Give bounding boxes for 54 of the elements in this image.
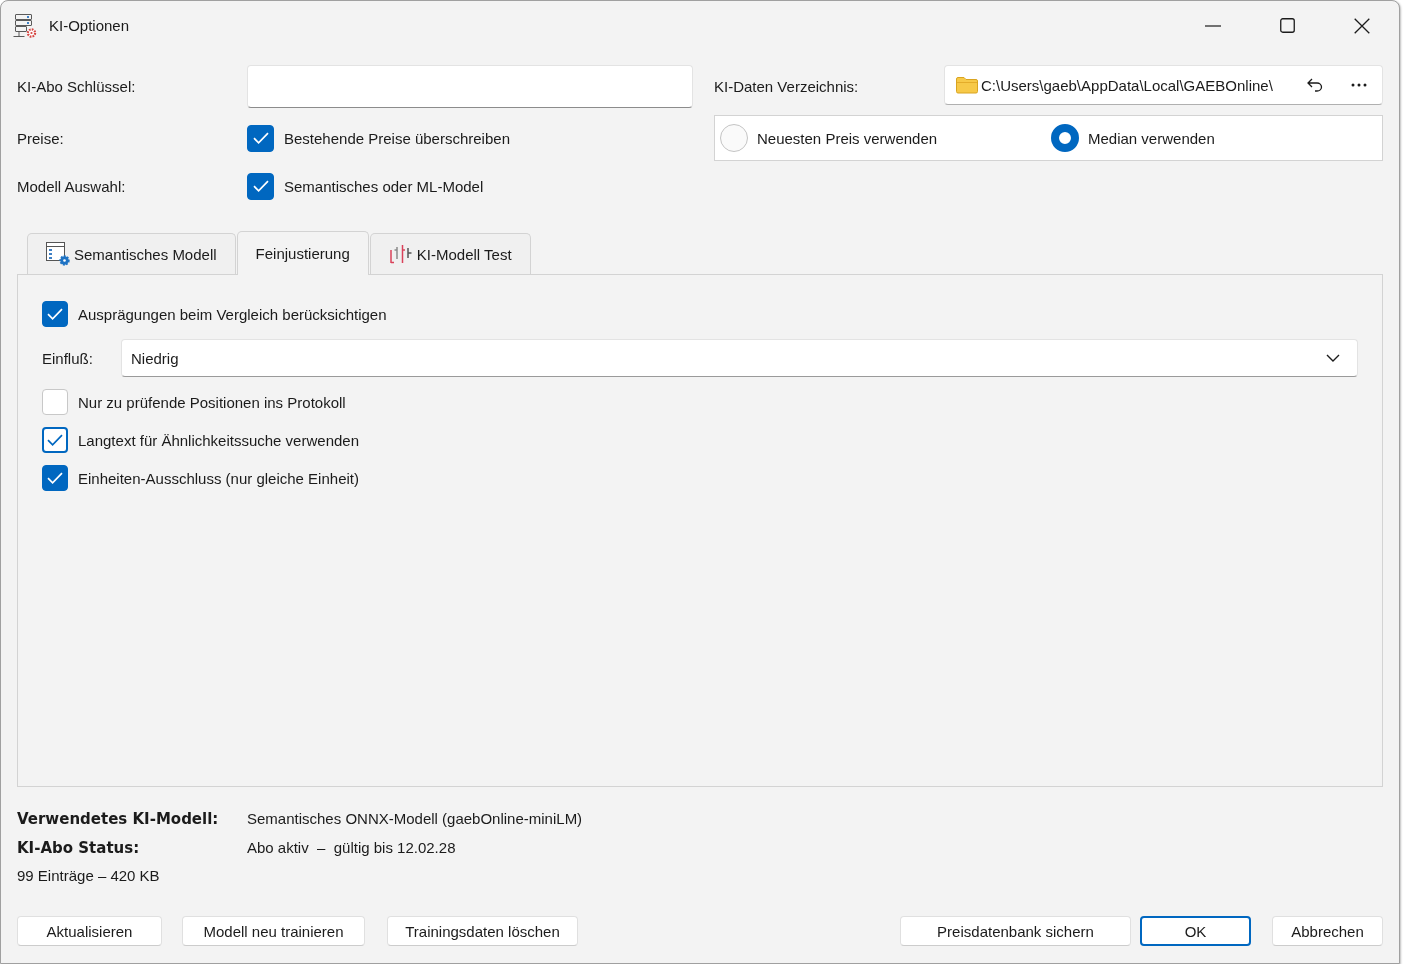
close-icon[interactable]: [1354, 17, 1370, 34]
checkbox-label: Nur zu prüfende Positionen ins Protokoll: [78, 393, 346, 411]
radio-label: Neuesten Preis verwenden: [757, 129, 938, 147]
info-value: Semantisches ONNX-Modell (gaebOnline-miniLM): [247, 809, 583, 829]
checkbox[interactable]: [42, 465, 68, 491]
checkbox-label: Einheiten-Ausschluss (nur gleiche Einheit): [78, 469, 359, 487]
info-label: Verwendetes KI-Modell:: [17, 809, 219, 830]
ok-button[interactable]: OK: [1140, 916, 1251, 946]
checkbox-label: Langtext für Ähnlichkeitssuche verwenden: [78, 431, 359, 449]
delete-data-button[interactable]: Trainingsdaten löschen: [387, 916, 578, 946]
input-field[interactable]: [247, 65, 693, 108]
field-label: Preise:: [17, 129, 65, 147]
checkbox[interactable]: [42, 389, 68, 415]
storage-summary: 99 Einträge – 420 KB: [17, 866, 160, 886]
checkbox[interactable]: [247, 124, 274, 152]
field-label: KI-Daten Verzeichnis:: [714, 78, 860, 95]
checkbox[interactable]: [42, 301, 68, 327]
retrain-button[interactable]: Modell neu trainieren: [182, 916, 365, 946]
checkmark-icon: [252, 180, 269, 192]
dropdown[interactable]: Niedrig: [121, 339, 1358, 377]
checkbox[interactable]: [42, 427, 68, 453]
backup-button[interactable]: Preisdatenbank sichern: [900, 916, 1131, 946]
checkbox[interactable]: [247, 172, 274, 200]
window-gear-icon: [46, 242, 70, 266]
field-label: Einfluß:: [42, 349, 94, 367]
radio-label: Median verwenden: [1088, 129, 1215, 147]
cancel-button[interactable]: Abbrechen: [1272, 916, 1383, 946]
refresh-button[interactable]: Aktualisieren: [17, 916, 162, 946]
radio-button[interactable]: [1051, 124, 1079, 152]
tab[interactable]: Semantisches Modell: [27, 233, 236, 274]
folder-icon: [956, 76, 978, 94]
more-icon[interactable]: [1351, 83, 1367, 87]
checkmark-icon: [47, 472, 63, 484]
chevron-down-icon: [1326, 354, 1340, 362]
checkmark-icon: [252, 132, 269, 144]
checkbox-label: Bestehende Preise überschreiben: [284, 129, 510, 147]
return-arrow-icon[interactable]: [1307, 78, 1323, 92]
checkbox-label: Semantisches oder ML-Model: [284, 177, 484, 195]
path-field[interactable]: C:\Users\gaeb\AppData\Local\GAEBOnline\: [944, 65, 1383, 105]
checkbox-label: Ausprägungen beim Vergleich berücksichtigen: [78, 305, 387, 323]
window-title: KI-Optionen: [49, 17, 130, 34]
tab[interactable]: KI-Modell Test: [369, 233, 531, 274]
checkmark-icon: [47, 434, 63, 446]
field-label: KI-Abo Schlüssel:: [17, 78, 137, 95]
maximize-icon[interactable]: [1280, 18, 1295, 33]
checkmark-icon: [47, 308, 63, 320]
server-gear-icon: [13, 12, 37, 39]
minimize-icon[interactable]: [1205, 24, 1221, 27]
candlestick-chart-icon: [388, 244, 413, 264]
radio-button[interactable]: [720, 124, 748, 152]
field-label: Modell Auswahl:: [17, 177, 127, 195]
info-value: Abo aktiv – gültig bis 12.02.28: [247, 838, 456, 858]
tab[interactable]: Feinjustierung: [236, 231, 369, 275]
info-label: KI-Abo Status:: [17, 838, 140, 859]
